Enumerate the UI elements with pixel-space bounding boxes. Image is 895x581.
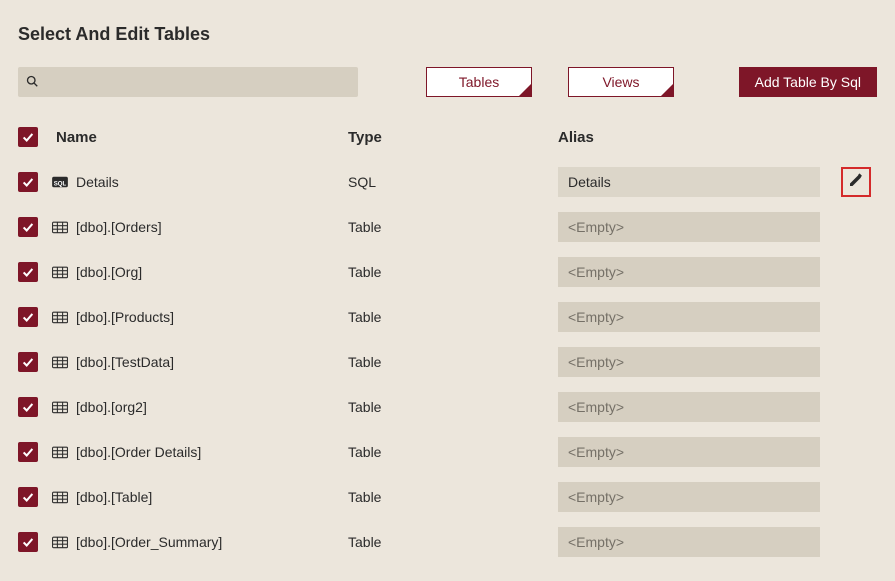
row-name: [dbo].[org2] — [76, 399, 147, 415]
table-icon — [52, 220, 68, 234]
row-checkbox[interactable] — [18, 532, 38, 552]
row-checkbox[interactable] — [18, 487, 38, 507]
table-row: [dbo].[Products] Table — [18, 294, 877, 339]
tables-grid: Name Type Alias SQL Details SQL [dbo].[Orde… — [0, 115, 895, 564]
sql-icon: SQL — [52, 175, 68, 189]
row-name: [dbo].[Order_Summary] — [76, 534, 222, 550]
alias-input[interactable] — [558, 437, 820, 467]
grid-header: Name Type Alias — [18, 115, 877, 159]
search-icon — [26, 74, 38, 90]
table-row: [dbo].[Order_Summary] Table — [18, 519, 877, 564]
select-all-checkbox[interactable] — [18, 127, 38, 147]
alias-input[interactable] — [558, 212, 820, 242]
table-row: [dbo].[Table] Table — [18, 474, 877, 519]
row-checkbox[interactable] — [18, 307, 38, 327]
table-icon — [52, 490, 68, 504]
row-type: Table — [348, 354, 558, 370]
alias-input[interactable] — [558, 392, 820, 422]
alias-input[interactable] — [558, 527, 820, 557]
table-icon — [52, 265, 68, 279]
svg-text:SQL: SQL — [54, 180, 67, 187]
edit-alias-button[interactable] — [841, 167, 871, 197]
row-checkbox[interactable] — [18, 352, 38, 372]
table-icon — [52, 310, 68, 324]
row-type: SQL — [348, 174, 558, 190]
alias-input[interactable] — [558, 347, 820, 377]
row-type: Table — [348, 219, 558, 235]
table-row: SQL Details SQL — [18, 159, 877, 204]
table-row: [dbo].[Org] Table — [18, 249, 877, 294]
views-button-label: Views — [602, 74, 639, 90]
add-table-by-sql-label: Add Table By Sql — [755, 74, 861, 90]
row-checkbox[interactable] — [18, 262, 38, 282]
row-type: Table — [348, 534, 558, 550]
row-name: [dbo].[TestData] — [76, 354, 174, 370]
alias-input[interactable] — [558, 302, 820, 332]
tables-button[interactable]: Tables — [426, 67, 532, 97]
tables-button-label: Tables — [459, 74, 499, 90]
table-icon — [52, 445, 68, 459]
pencil-icon — [848, 172, 864, 191]
table-row: [dbo].[TestData] Table — [18, 339, 877, 384]
table-row: [dbo].[Order Details] Table — [18, 429, 877, 474]
row-type: Table — [348, 264, 558, 280]
col-header-name: Name — [48, 129, 348, 146]
row-name: [dbo].[Products] — [76, 309, 174, 325]
row-name: [dbo].[Table] — [76, 489, 152, 505]
row-checkbox[interactable] — [18, 172, 38, 192]
row-checkbox[interactable] — [18, 397, 38, 417]
col-header-type: Type — [348, 129, 558, 146]
search-input[interactable] — [38, 73, 350, 91]
row-name: [dbo].[Order Details] — [76, 444, 201, 460]
row-name: Details — [76, 174, 119, 190]
search-box[interactable] — [18, 67, 358, 97]
table-icon — [52, 535, 68, 549]
alias-input[interactable] — [558, 482, 820, 512]
row-checkbox[interactable] — [18, 217, 38, 237]
page-title: Select And Edit Tables — [0, 0, 895, 45]
row-name: [dbo].[Orders] — [76, 219, 162, 235]
col-header-alias: Alias — [558, 129, 838, 146]
table-row: [dbo].[org2] Table — [18, 384, 877, 429]
alias-input[interactable] — [558, 257, 820, 287]
row-type: Table — [348, 309, 558, 325]
add-table-by-sql-button[interactable]: Add Table By Sql — [739, 67, 877, 97]
views-button[interactable]: Views — [568, 67, 674, 97]
alias-input[interactable] — [558, 167, 820, 197]
row-name: [dbo].[Org] — [76, 264, 142, 280]
row-type: Table — [348, 444, 558, 460]
toolbar: Tables Views Add Table By Sql — [0, 45, 895, 115]
table-icon — [52, 355, 68, 369]
row-type: Table — [348, 489, 558, 505]
table-icon — [52, 400, 68, 414]
table-row: [dbo].[Orders] Table — [18, 204, 877, 249]
row-type: Table — [348, 399, 558, 415]
row-checkbox[interactable] — [18, 442, 38, 462]
